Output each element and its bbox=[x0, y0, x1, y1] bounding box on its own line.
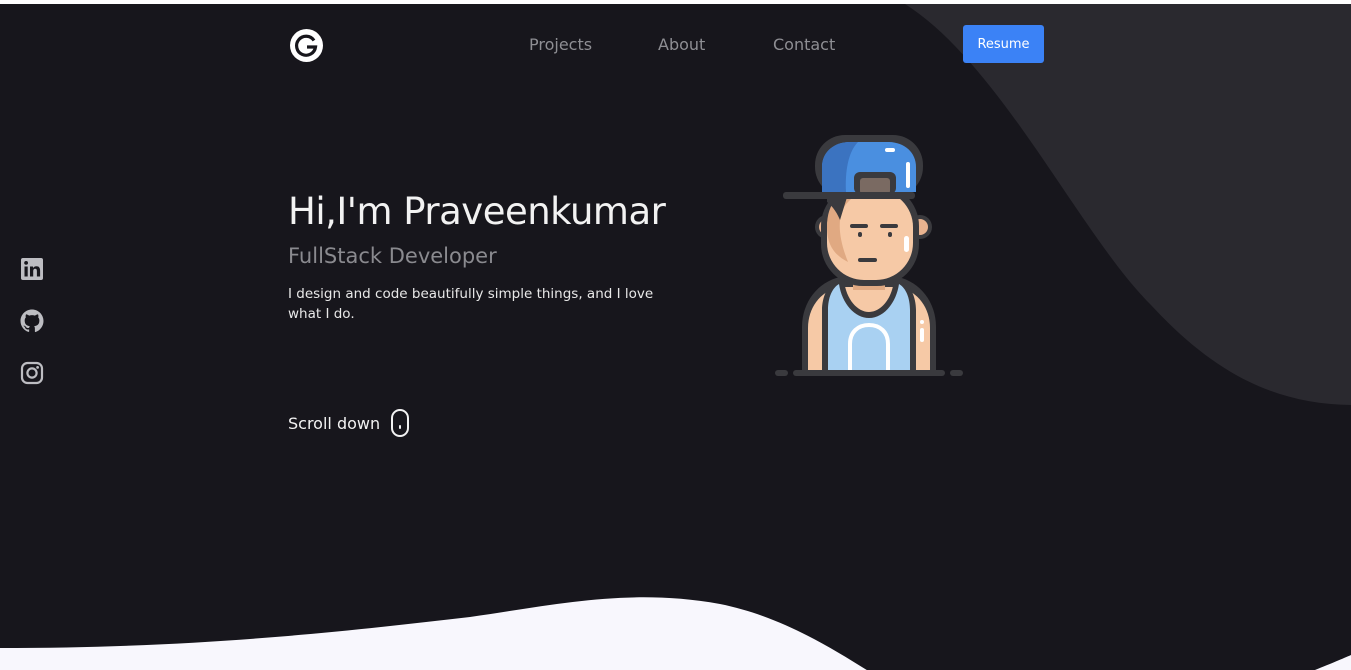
logo[interactable] bbox=[290, 29, 323, 62]
instagram-icon[interactable] bbox=[20, 361, 44, 385]
hero-section: Projects About Contact Resume Hi,I'm Pra… bbox=[0, 4, 1351, 670]
hero-greeting: Hi,I'm Praveenkumar bbox=[288, 190, 666, 233]
bottom-wave bbox=[0, 597, 1351, 670]
logo-g-icon bbox=[295, 34, 318, 57]
page: Projects About Contact Resume Hi,I'm Pra… bbox=[0, 0, 1351, 670]
hero-role: FullStack Developer bbox=[288, 244, 497, 268]
nav-link-contact[interactable]: Contact bbox=[773, 35, 835, 54]
linkedin-icon[interactable] bbox=[20, 257, 44, 281]
mouse-icon bbox=[391, 409, 410, 437]
resume-button[interactable]: Resume bbox=[963, 25, 1044, 63]
nav-link-projects[interactable]: Projects bbox=[529, 35, 592, 54]
background-blob bbox=[905, 4, 1351, 405]
scroll-down-link[interactable]: Scroll down bbox=[288, 409, 410, 437]
github-icon[interactable] bbox=[20, 309, 44, 333]
nav-link-about[interactable]: About bbox=[658, 35, 705, 54]
avatar-illustration bbox=[775, 135, 963, 376]
scroll-down-label: Scroll down bbox=[288, 413, 381, 433]
hero-tagline: I design and code beautifully simple thi… bbox=[288, 286, 654, 322]
